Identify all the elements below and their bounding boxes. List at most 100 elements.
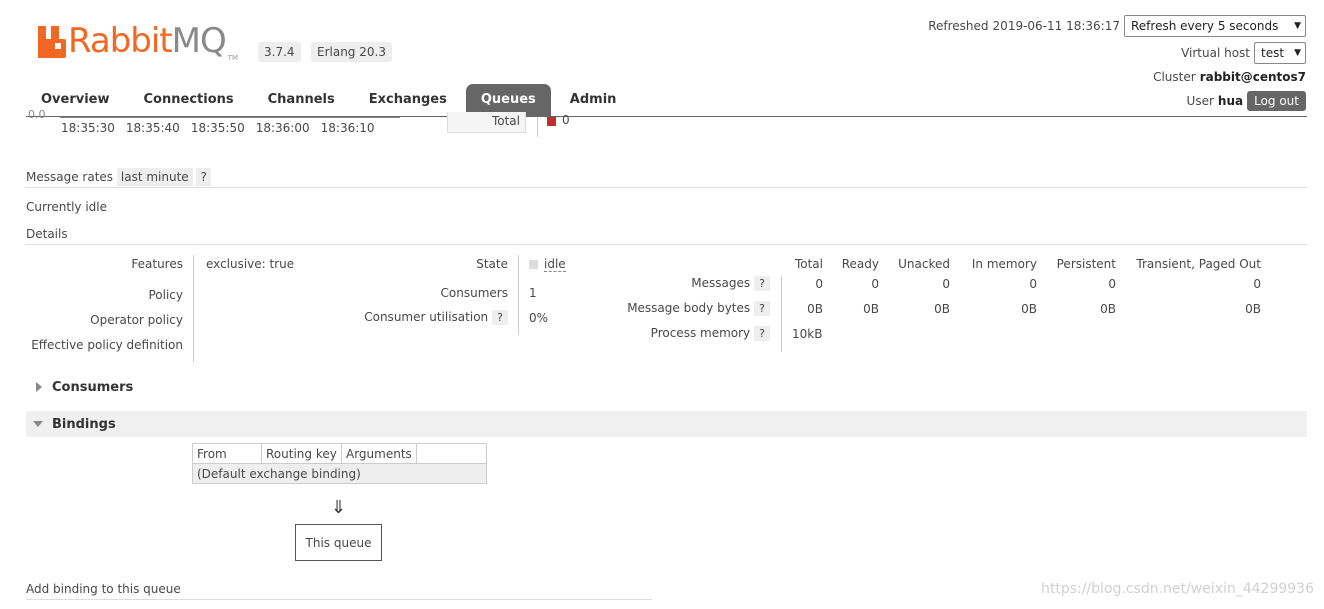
- refreshed-label: Refreshed: [928, 19, 989, 33]
- chevron-down-icon: ▼: [1294, 48, 1301, 58]
- help-icon[interactable]: ?: [492, 310, 508, 325]
- chart-legend-total-value: 0: [562, 113, 570, 127]
- effective-policy-label: Effective policy definition: [31, 338, 183, 352]
- message-rates-range[interactable]: last minute: [116, 168, 193, 186]
- message-rates-label: Message rates: [26, 170, 114, 184]
- process-memory-text: Process memory: [650, 326, 751, 340]
- body-bytes-total: 0B: [807, 302, 823, 316]
- process-memory-label: Process memory?: [600, 326, 770, 341]
- time-tick: 18:35:50: [190, 121, 245, 135]
- consumers-section-title: Consumers: [52, 379, 134, 395]
- logout-button[interactable]: Log out: [1247, 91, 1306, 111]
- tab-connections[interactable]: Connections: [129, 84, 249, 116]
- consumers-count-value: 1: [529, 286, 537, 300]
- bindings-col-actions: [415, 443, 487, 464]
- chart-y-zero: 0.0: [28, 108, 46, 121]
- messages-transient: 0: [1253, 277, 1261, 291]
- vhost-label: Virtual host: [1181, 46, 1250, 60]
- divider: [26, 187, 1307, 188]
- chevron-down-icon: ▼: [1294, 21, 1301, 31]
- watermark-text: https://blog.csdn.net/weixin_44299936: [1040, 581, 1314, 597]
- bindings-section-title: Bindings: [52, 416, 116, 432]
- main-nav-tabs: Overview Connections Channels Exchanges …: [26, 84, 635, 116]
- col-total: Total: [794, 257, 823, 271]
- state-value[interactable]: idle: [529, 257, 566, 272]
- body-bytes-persistent: 0B: [1100, 302, 1116, 316]
- refresh-interval-value: Refresh every 5 seconds: [1131, 19, 1279, 33]
- arrow-down-icon: ⇓: [331, 497, 347, 518]
- help-icon[interactable]: ?: [754, 276, 770, 291]
- col-transient-paged-out: Transient, Paged Out: [1136, 257, 1261, 271]
- time-tick: 18:36:00: [255, 121, 310, 135]
- refreshed-time: 2019-06-11 18:36:17: [992, 19, 1120, 33]
- column-divider: [193, 255, 194, 362]
- vhost-value: test: [1261, 46, 1285, 60]
- consumers-count-label: Consumers: [440, 286, 508, 300]
- consumers-section-toggle[interactable]: Consumers: [26, 374, 1307, 400]
- bindings-col-routing-key: Routing key: [261, 443, 342, 464]
- messages-label-text: Messages: [691, 276, 751, 290]
- cluster-name: rabbit@centos7: [1199, 70, 1306, 84]
- consumer-utilisation-value: 0%: [529, 311, 549, 325]
- bindings-col-arguments: Arguments: [341, 443, 417, 464]
- messages-unacked: 0: [942, 277, 950, 291]
- header-controls: Refreshed 2019-06-11 18:36:17 Refresh ev…: [928, 14, 1306, 113]
- features-label: Features: [131, 257, 183, 271]
- bindings-col-from: From: [192, 443, 262, 464]
- message-rates-header: Message rates last minute ?: [26, 168, 211, 186]
- vhost-select[interactable]: test ▼: [1254, 42, 1306, 64]
- messages-in-memory: 0: [1029, 277, 1037, 291]
- default-exchange-binding-row: (Default exchange binding): [192, 463, 487, 484]
- state-label: State: [476, 257, 508, 271]
- process-memory-value: 10kB: [792, 327, 823, 341]
- col-persistent: Persistent: [1056, 257, 1116, 271]
- chart-time-ticks: 18:35:30 18:35:40 18:35:50 18:36:00 18:3…: [61, 121, 375, 135]
- column-divider: [781, 276, 782, 352]
- erlang-version-badge: Erlang 20.3: [311, 42, 392, 62]
- features-value: exclusive: true: [206, 257, 295, 271]
- divider: [26, 244, 1307, 245]
- this-queue-box: This queue: [295, 524, 382, 561]
- chart-legend-total-label: Total: [447, 112, 526, 133]
- logo-trademark: TM: [227, 54, 239, 62]
- consumer-utilisation-text: Consumer utilisation: [364, 310, 489, 324]
- state-indicator-icon: [529, 260, 538, 269]
- help-icon[interactable]: ?: [754, 326, 770, 341]
- messages-label: Messages?: [600, 276, 770, 291]
- currently-idle-text: Currently idle: [26, 200, 107, 214]
- details-title: Details: [26, 227, 68, 241]
- caret-down-icon: [33, 421, 43, 427]
- time-tick: 18:35:30: [61, 121, 115, 135]
- bindings-section-toggle[interactable]: Bindings: [26, 411, 1307, 437]
- col-ready: Ready: [841, 257, 879, 271]
- user-label: User: [1186, 94, 1214, 108]
- tab-admin[interactable]: Admin: [555, 84, 632, 116]
- refresh-interval-select[interactable]: Refresh every 5 seconds ▼: [1124, 15, 1306, 37]
- body-bytes-transient: 0B: [1245, 302, 1261, 316]
- chart-x-axis: [60, 117, 400, 118]
- message-body-bytes-text: Message body bytes: [627, 301, 751, 315]
- divider: [26, 599, 652, 600]
- help-icon[interactable]: ?: [196, 168, 211, 186]
- add-binding-title: Add binding to this queue: [26, 582, 181, 596]
- tab-exchanges[interactable]: Exchanges: [354, 84, 462, 116]
- tab-channels[interactable]: Channels: [253, 84, 350, 116]
- caret-right-icon: [36, 382, 42, 392]
- column-divider: [518, 255, 519, 335]
- bindings-table: From Routing key Arguments (Default exch…: [192, 443, 487, 484]
- time-tick: 18:35:40: [125, 121, 180, 135]
- rabbitmq-logo[interactable]: RabbitMQ TM: [38, 22, 238, 62]
- help-icon[interactable]: ?: [754, 301, 770, 316]
- legend-color-swatch: [547, 117, 556, 126]
- state-value-text: idle: [544, 257, 566, 272]
- body-bytes-in-memory: 0B: [1021, 302, 1037, 316]
- messages-total: 0: [815, 277, 823, 291]
- messages-persistent: 0: [1108, 277, 1116, 291]
- col-unacked: Unacked: [898, 257, 950, 271]
- policy-label: Policy: [148, 288, 183, 302]
- rabbitmq-logo-icon: [38, 26, 66, 58]
- user-name: hua: [1217, 94, 1244, 108]
- message-body-bytes-label: Message body bytes?: [600, 301, 770, 316]
- messages-ready: 0: [871, 277, 879, 291]
- consumer-utilisation-label: Consumer utilisation?: [320, 310, 508, 325]
